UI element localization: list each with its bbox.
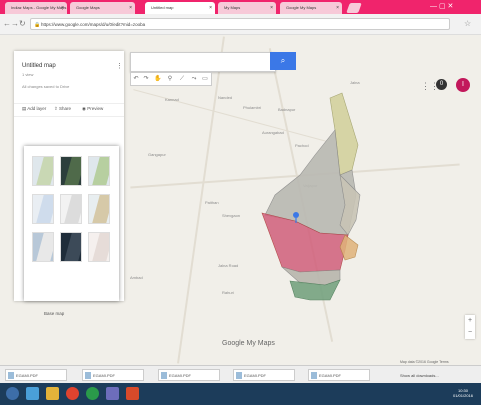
download-item[interactable]: EGAMI.PDF bbox=[5, 369, 67, 381]
map-title[interactable]: Untitled map bbox=[22, 63, 56, 69]
base-map-thumb-light-political[interactable] bbox=[32, 194, 54, 224]
close-icon[interactable]: × bbox=[336, 2, 339, 14]
ruler-icon[interactable]: ▭ bbox=[200, 73, 210, 85]
undo-icon[interactable]: ↶ bbox=[131, 73, 141, 85]
map-attribution: Map data ©2016 Google Terms bbox=[400, 360, 449, 364]
google-my-maps-logo: Google My Maps bbox=[222, 340, 275, 347]
browser-tab-active[interactable]: Untitled map × bbox=[145, 2, 215, 14]
explorer-icon[interactable] bbox=[26, 387, 39, 400]
start-button-icon[interactable] bbox=[6, 387, 19, 400]
new-tab-button[interactable] bbox=[346, 3, 362, 13]
redo-icon[interactable]: ↷ bbox=[141, 73, 151, 85]
browser-tab[interactable]: Indiaz Maps - Google My Maps × bbox=[5, 2, 67, 14]
zoom-in-button[interactable]: + bbox=[465, 315, 475, 327]
tab-label: Indiaz Maps - Google My Maps bbox=[11, 5, 67, 10]
download-item[interactable]: EGAMI.PDF bbox=[233, 369, 295, 381]
zoom-out-button[interactable]: − bbox=[465, 327, 475, 339]
url-input[interactable]: 🔒 https://www.google.com/maps/d/u/0/edit… bbox=[30, 18, 450, 30]
download-item[interactable]: EGAMI.PDF bbox=[158, 369, 220, 381]
base-map-thumb-map[interactable] bbox=[32, 156, 54, 186]
address-bar: ← → ↻ 🔒 https://www.google.com/maps/d/u/… bbox=[0, 14, 481, 35]
back-icon[interactable]: ← bbox=[3, 19, 11, 29]
hand-icon[interactable]: ✋ bbox=[153, 73, 163, 85]
close-icon[interactable]: × bbox=[270, 2, 273, 14]
zoom-controls[interactable]: + − bbox=[465, 315, 475, 339]
window-controls[interactable]: — ▢ ✕ bbox=[430, 2, 453, 12]
location-marker-icon[interactable] bbox=[293, 212, 299, 218]
folder-icon[interactable] bbox=[46, 387, 59, 400]
windows-taskbar: 10:30 01/01/2016 bbox=[0, 383, 481, 405]
bookmark-star-icon[interactable]: ☆ bbox=[464, 19, 471, 28]
search-button[interactable]: ⌕ bbox=[270, 52, 296, 70]
map-toolbar: ↶ ↷ ✋ ⚲ ⟋ ⤳ ▭ bbox=[130, 72, 212, 86]
forward-icon[interactable]: → bbox=[11, 19, 19, 29]
base-map-thumb-terrain[interactable] bbox=[88, 156, 110, 186]
base-map-thumb-light-landmass[interactable] bbox=[32, 232, 54, 262]
browser-tab[interactable]: My Maps × bbox=[218, 2, 276, 14]
base-map-thumb-mono-city[interactable] bbox=[60, 194, 82, 224]
views-count: 1 view bbox=[22, 72, 34, 77]
close-icon[interactable]: × bbox=[61, 2, 64, 14]
url-text: https://www.google.com/maps/d/u/0/edit?m… bbox=[41, 22, 146, 27]
avatar[interactable]: I bbox=[456, 78, 470, 92]
download-item[interactable]: EGAMI.PDF bbox=[82, 369, 144, 381]
save-status: All changes saved to Drive bbox=[22, 84, 70, 89]
browser-tab[interactable]: Google My Maps × bbox=[280, 2, 342, 14]
directions-icon[interactable]: ⤳ bbox=[189, 73, 199, 85]
add-layer-button[interactable]: ▤ Add layer bbox=[22, 106, 46, 112]
download-item[interactable]: EGAMI.PDF bbox=[308, 369, 370, 381]
chrome-icon[interactable] bbox=[86, 387, 99, 400]
close-icon[interactable]: × bbox=[129, 2, 132, 14]
tab-label: Google My Maps bbox=[286, 5, 317, 10]
marker-icon[interactable]: ⚲ bbox=[165, 73, 175, 85]
app-icon[interactable] bbox=[106, 387, 119, 400]
share-button[interactable]: ⇪ Share bbox=[54, 106, 71, 112]
browser-tab[interactable]: Google Maps × bbox=[70, 2, 135, 14]
preview-button[interactable]: ◉ Preview bbox=[82, 106, 103, 112]
system-clock: 10:30 01/01/2016 bbox=[453, 388, 474, 398]
close-icon[interactable]: × bbox=[209, 2, 212, 14]
map-layers-panel: Untitled map 1 view All changes saved to… bbox=[14, 51, 124, 316]
panel-actions: ▤ Add layer ⇪ Share ◉ Preview bbox=[14, 103, 124, 117]
search-input[interactable] bbox=[130, 52, 276, 72]
base-map-label[interactable]: Base map bbox=[44, 311, 64, 316]
tab-label: Untitled map bbox=[151, 5, 174, 10]
tab-label: Google Maps bbox=[76, 5, 100, 10]
pdf-icon[interactable] bbox=[126, 387, 139, 400]
more-options-icon[interactable]: ⋮ bbox=[116, 62, 123, 70]
base-map-thumb-dark-landmass[interactable] bbox=[60, 232, 82, 262]
base-map-thumb-simple-atlas[interactable] bbox=[88, 194, 110, 224]
reload-icon[interactable]: ↻ bbox=[19, 19, 26, 29]
lock-icon: 🔒 bbox=[34, 22, 41, 28]
search-icon: ⌕ bbox=[280, 56, 286, 65]
base-map-thumb-whitewater[interactable] bbox=[88, 232, 110, 262]
media-player-icon[interactable] bbox=[66, 387, 79, 400]
browser-tab-bar: Indiaz Maps - Google My Maps × Google Map… bbox=[0, 0, 481, 14]
notifications-icon[interactable]: 0 bbox=[436, 79, 447, 90]
base-map-style-picker bbox=[24, 146, 119, 301]
map-canvas[interactable]: Jalna Kannad Nanded Phulambri Badnapur A… bbox=[0, 35, 481, 365]
downloads-bar: EGAMI.PDF EGAMI.PDF EGAMI.PDF EGAMI.PDF … bbox=[0, 365, 481, 384]
base-map-thumb-satellite[interactable] bbox=[60, 156, 82, 186]
show-all-downloads-link[interactable]: Show all downloads... bbox=[400, 373, 439, 378]
tab-label: My Maps bbox=[224, 5, 241, 10]
draw-line-icon[interactable]: ⟋ bbox=[177, 73, 187, 85]
